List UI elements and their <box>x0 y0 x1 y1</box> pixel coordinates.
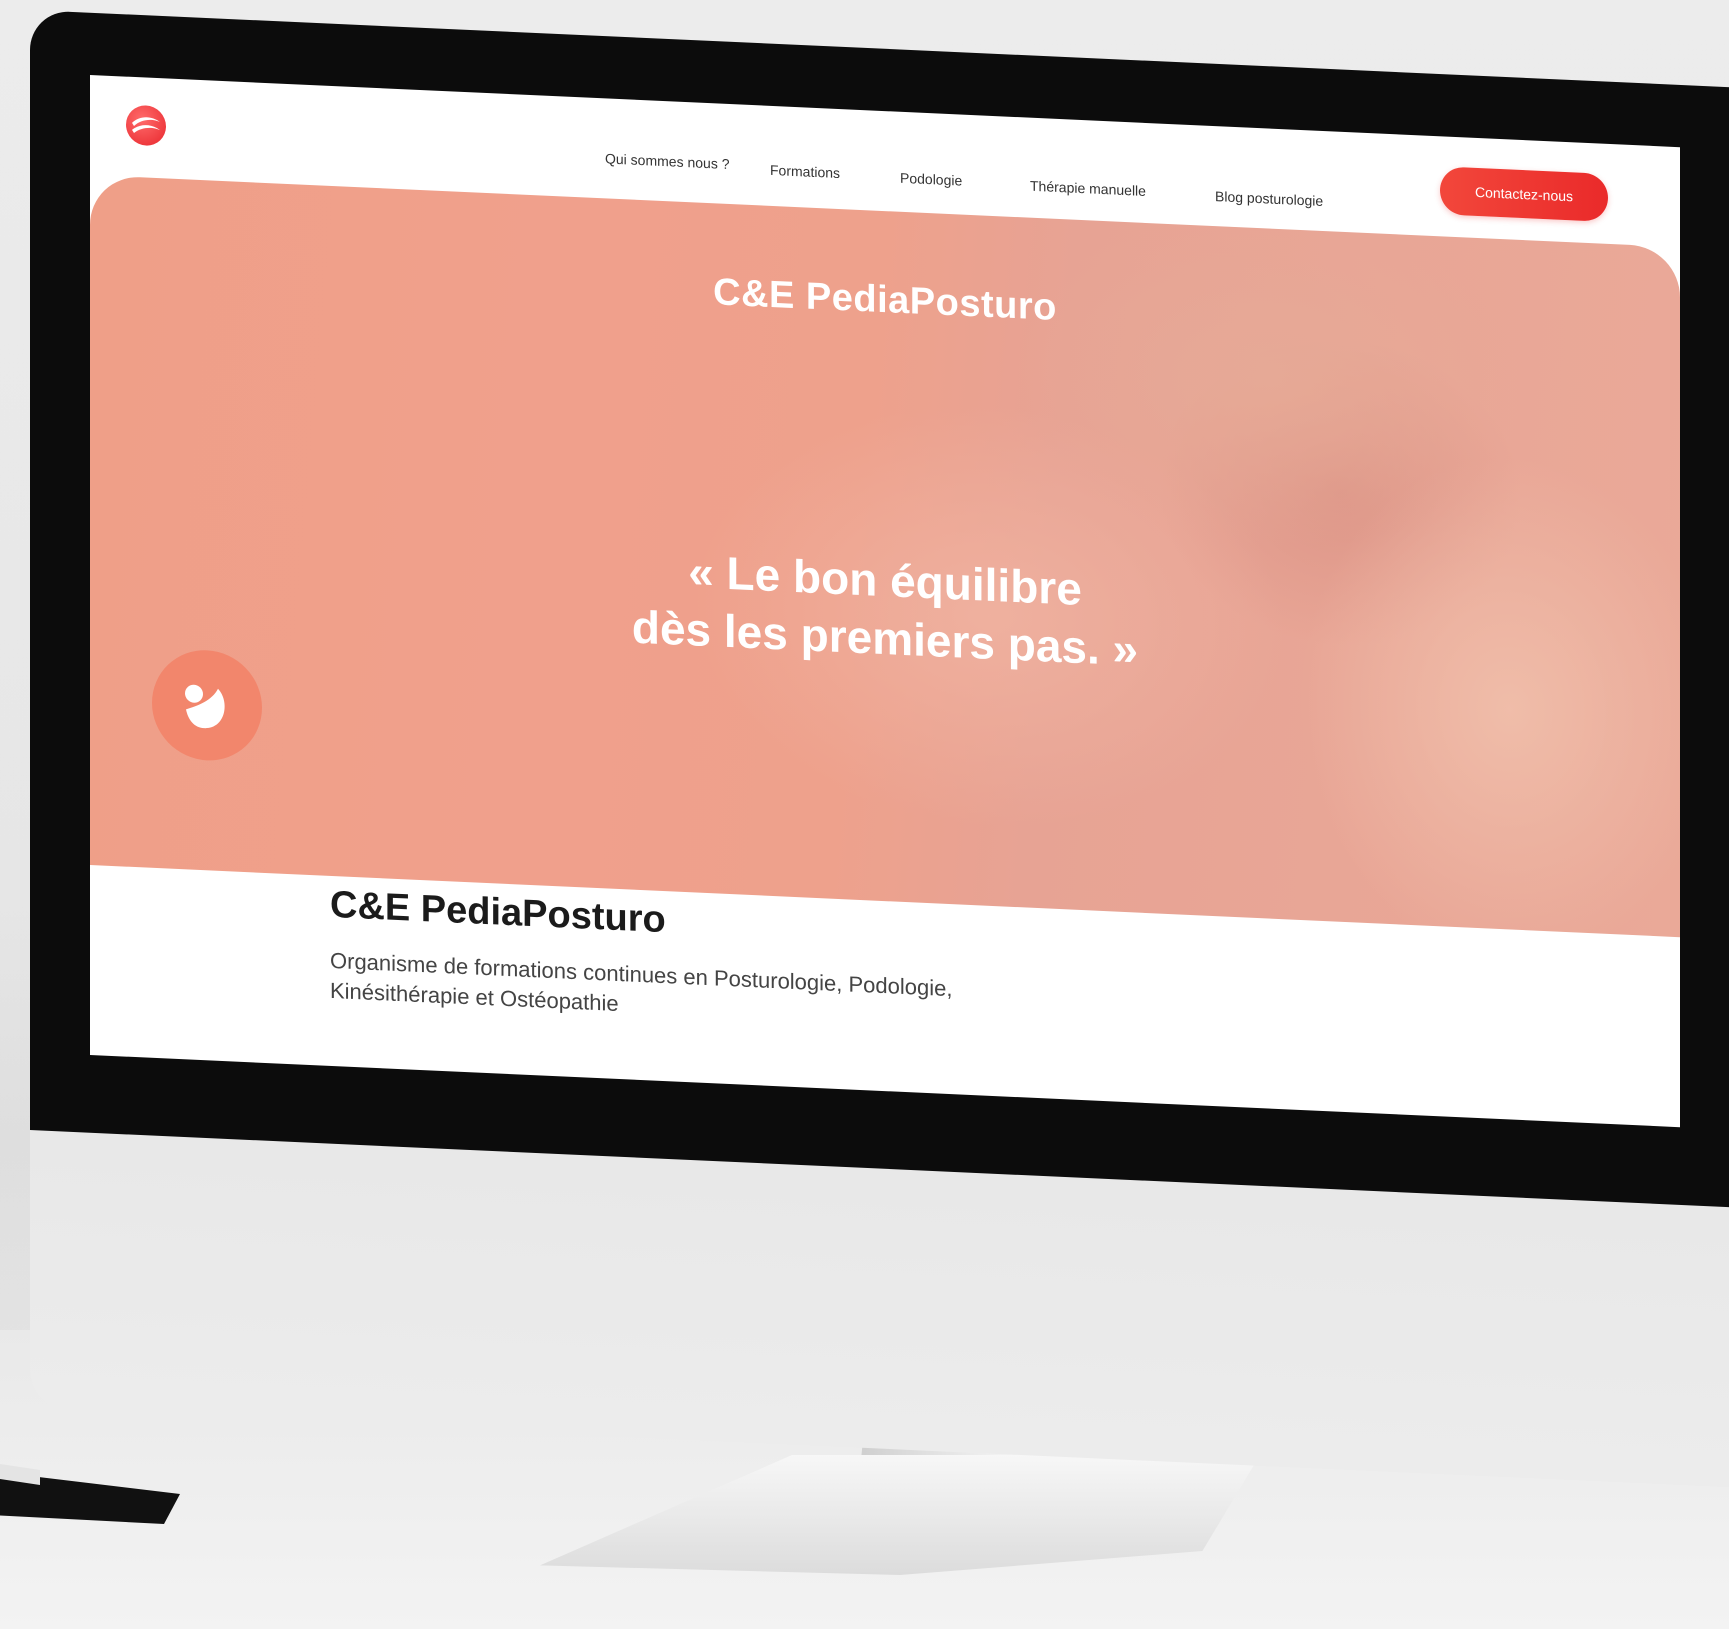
brand-logo-icon[interactable] <box>126 104 166 147</box>
baby-silhouette-icon <box>185 684 225 729</box>
nav-item-therapie[interactable]: Thérapie manuelle <box>1030 178 1146 199</box>
section-title: C&E PediaPosturo <box>330 883 666 942</box>
nav-item-about[interactable]: Qui sommes nous ? <box>605 150 730 172</box>
nav-item-blog[interactable]: Blog posturologie <box>1215 188 1323 209</box>
hero-banner: C&E PediaPosturo « Le bon équilibre dès … <box>90 175 1680 938</box>
nav-item-podologie[interactable]: Podologie <box>900 170 962 189</box>
contact-button[interactable]: Contactez-nous <box>1440 166 1608 222</box>
website-screen: Qui sommes nous ? Formations Podologie T… <box>90 75 1680 1128</box>
nav-item-formations[interactable]: Formations <box>770 162 840 181</box>
section-description: Organisme de formations continues en Pos… <box>330 947 953 1017</box>
